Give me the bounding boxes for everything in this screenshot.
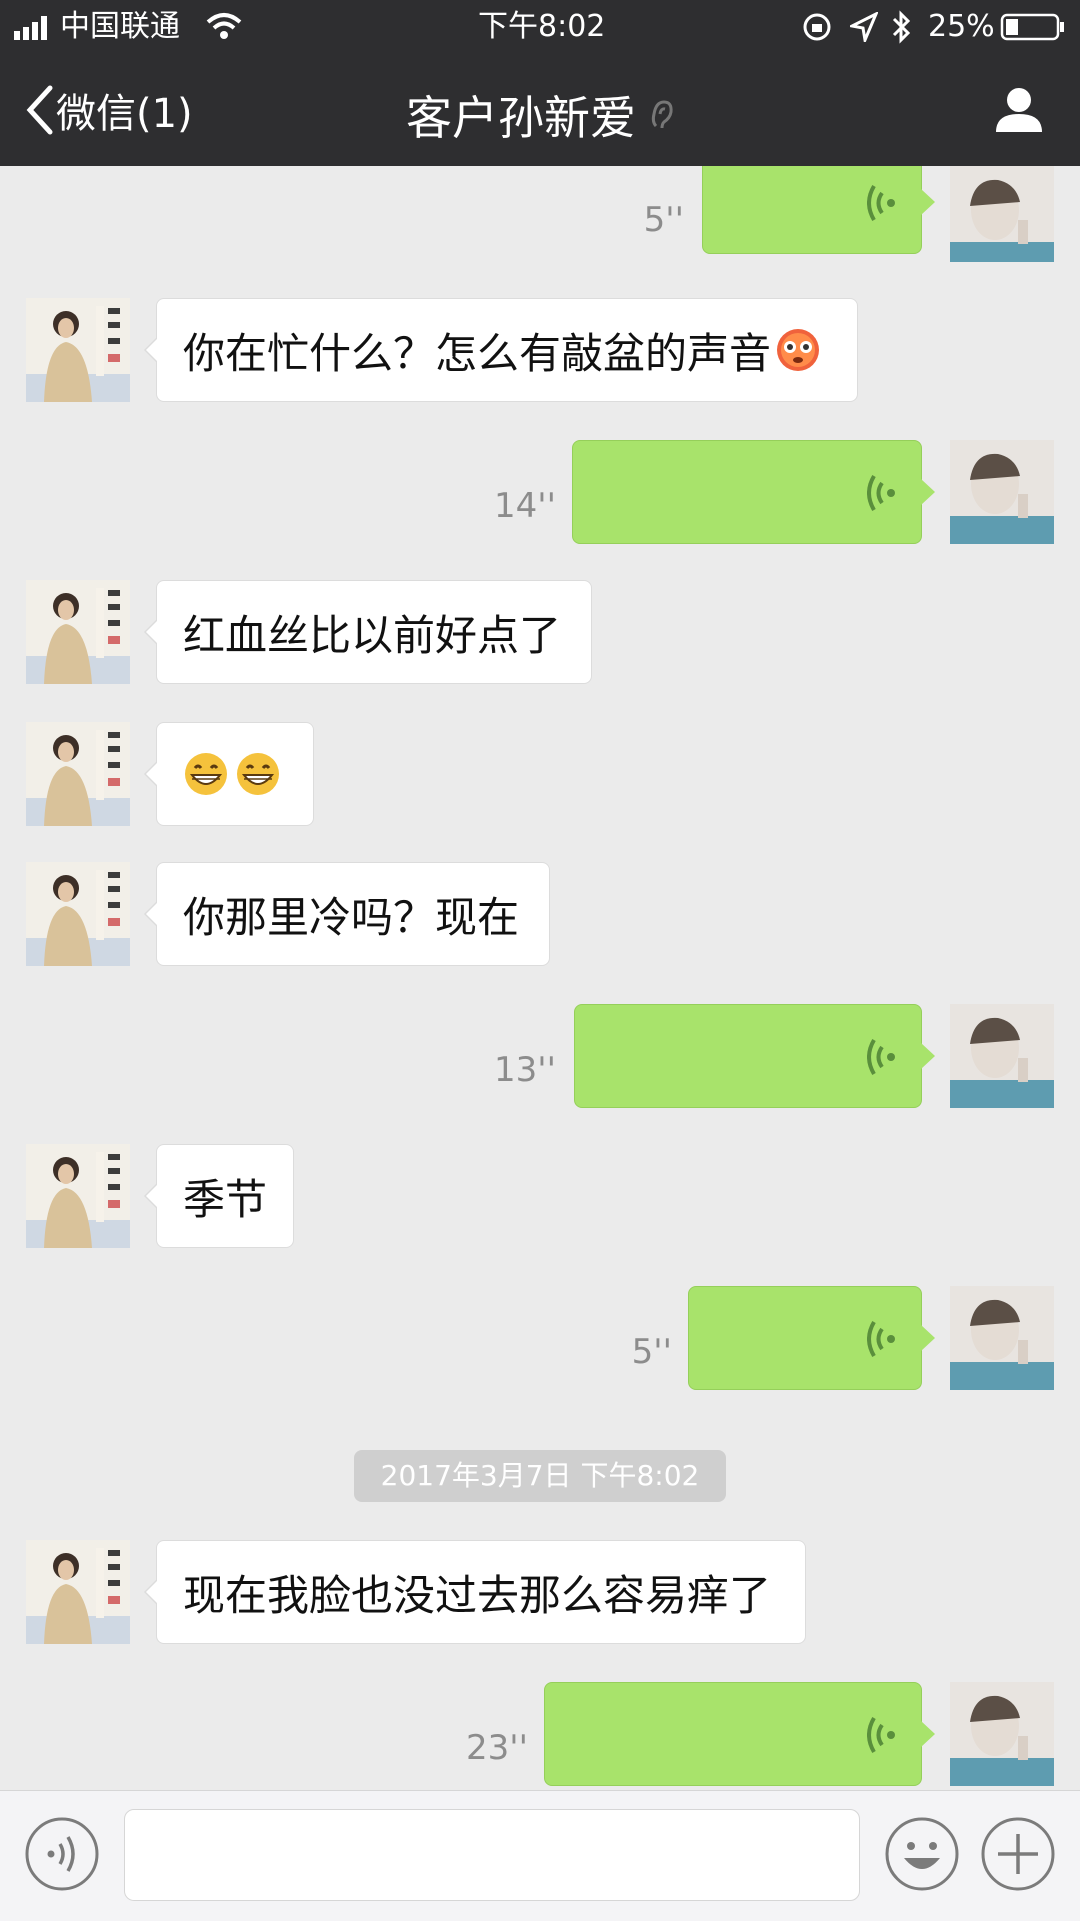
message-text: 现在我脸也没过去那么容易痒了 <box>183 1570 772 1620</box>
voice-input-button[interactable] <box>24 1816 100 1896</box>
message-text: 你那里冷吗？现在 <box>183 892 520 942</box>
voice-duration: 23'' <box>466 1728 528 1768</box>
text-message-bubble[interactable]: 你那里冷吗？现在 <box>144 862 550 966</box>
message-text: 季节 <box>183 1174 268 1224</box>
message-list[interactable]: 5'' 你在忙什么？怎么有敲盆的声音 14'' 红血丝比以前好点了 你那里冷吗？… <box>0 166 1080 1790</box>
voice-duration: 13'' <box>494 1050 556 1090</box>
avatar[interactable] <box>950 440 1054 544</box>
status-time: 下午8:02 <box>478 9 606 44</box>
voice-message-bubble[interactable] <box>572 440 935 544</box>
grinning-face-icon <box>237 753 279 795</box>
voice-wave-icon <box>867 1038 895 1076</box>
voice-duration: 5'' <box>643 200 684 240</box>
contact-name: 客户孙新爱 <box>406 91 636 145</box>
flushed-face-icon <box>777 329 820 371</box>
text-message-bubble[interactable]: 你在忙什么？怎么有敲盆的声音 <box>144 298 858 402</box>
emoji-message-bubble[interactable] <box>144 722 314 826</box>
status-bar: 中国联通 下午8:02 25% <box>0 0 1080 54</box>
text-message-bubble[interactable]: 现在我脸也没过去那么容易痒了 <box>144 1540 806 1644</box>
avatar[interactable] <box>950 1286 1054 1390</box>
chat-header: 微信(1) 客户孙新爱 <box>0 54 1080 166</box>
smiley-icon <box>885 1817 959 1891</box>
message-text: 红血丝比以前好点了 <box>183 610 562 660</box>
emoji-button[interactable] <box>884 1816 960 1896</box>
message-input[interactable] <box>124 1809 860 1901</box>
voice-wave-icon <box>867 1320 895 1358</box>
signal-icon <box>14 16 47 40</box>
voice-message-bubble[interactable] <box>688 1286 935 1390</box>
bluetooth-icon <box>892 10 911 44</box>
person-icon <box>996 88 1042 132</box>
avatar[interactable] <box>950 1004 1054 1108</box>
avatar[interactable] <box>950 166 1054 262</box>
timestamp-badge: 2017年3月7日 下午8:02 <box>354 1450 726 1502</box>
avatar[interactable] <box>26 1540 130 1644</box>
rotation-lock-icon <box>803 13 831 41</box>
avatar[interactable] <box>26 722 130 826</box>
voice-message-bubble[interactable] <box>702 166 935 254</box>
more-button[interactable] <box>980 1816 1056 1896</box>
message-text: 你在忙什么？怎么有敲盆的声音 <box>183 328 772 378</box>
voice-duration: 5'' <box>631 1332 672 1372</box>
wifi-icon <box>206 13 242 39</box>
carrier-name: 中国联通 <box>60 9 180 44</box>
text-message-bubble[interactable]: 红血丝比以前好点了 <box>144 580 592 684</box>
voice-mode-icon <box>25 1817 99 1891</box>
voice-wave-icon <box>867 474 895 512</box>
avatar[interactable] <box>950 1682 1054 1786</box>
avatar[interactable] <box>26 862 130 966</box>
battery-percent: 25% <box>928 9 995 44</box>
voice-wave-icon <box>867 184 895 222</box>
location-icon <box>850 12 878 42</box>
avatar[interactable] <box>26 580 130 684</box>
input-bar <box>0 1790 1080 1921</box>
avatar[interactable] <box>26 1144 130 1248</box>
voice-duration: 14'' <box>494 486 556 526</box>
text-message-bubble[interactable]: 季节 <box>144 1144 294 1248</box>
grinning-face-icon <box>185 753 227 795</box>
voice-wave-icon <box>867 1716 895 1754</box>
chat-info-button[interactable] <box>994 84 1044 138</box>
voice-message-bubble[interactable] <box>574 1004 935 1108</box>
avatar[interactable] <box>26 298 130 402</box>
voice-message-bubble[interactable] <box>544 1682 935 1786</box>
earpiece-mode-icon <box>651 100 673 129</box>
battery-icon <box>1000 13 1064 41</box>
plus-icon <box>981 1817 1055 1891</box>
